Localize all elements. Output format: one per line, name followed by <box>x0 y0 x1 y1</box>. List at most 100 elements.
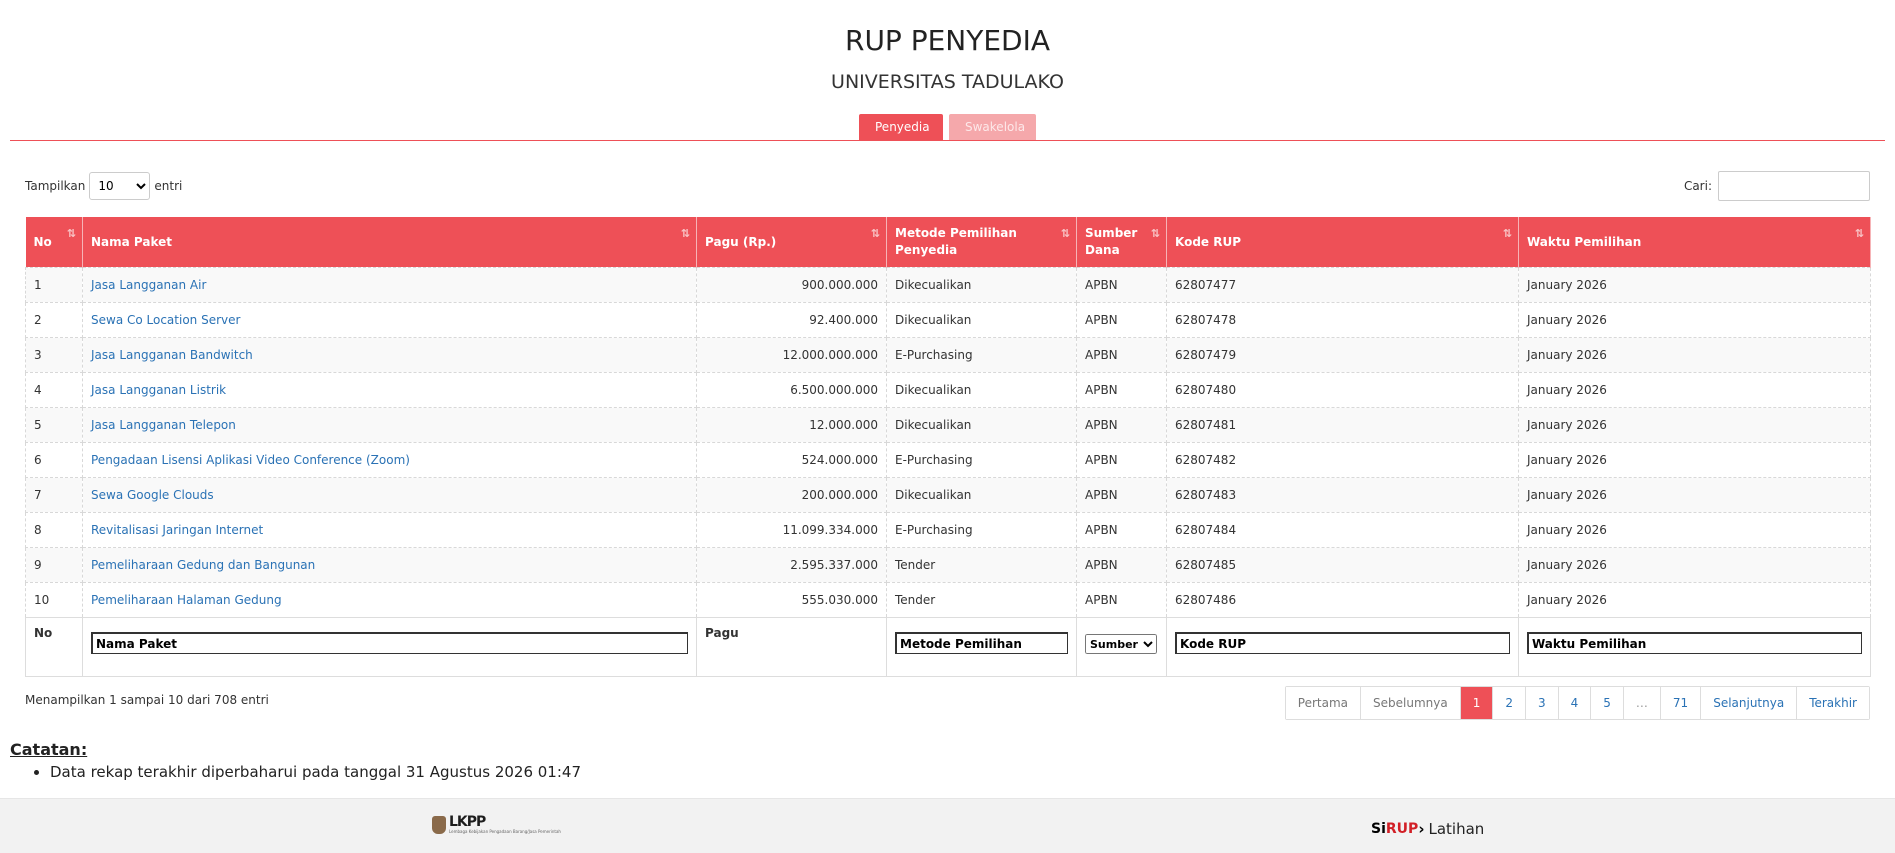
pagination-prev[interactable]: Sebelumnya <box>1360 687 1460 719</box>
cell-nama-paket: Jasa Langganan Bandwitch <box>82 337 697 373</box>
column-header-no[interactable]: No ⇅ <box>25 217 83 268</box>
tab-divider <box>10 140 1885 141</box>
pagination-page-1[interactable]: 1 <box>1459 687 1493 719</box>
package-link[interactable]: Jasa Langganan Bandwitch <box>91 348 253 362</box>
column-header-nama-paket[interactable]: Nama Paket ⇅ <box>82 217 697 268</box>
notes-list: Data rekap terakhir diperbaharui pada ta… <box>10 761 581 783</box>
sirup-logo-si: Si <box>1371 821 1386 837</box>
cell-no: 4 <box>25 372 83 408</box>
filter-nama-paket-input[interactable] <box>91 632 688 654</box>
cell-waktu: January 2026 <box>1518 302 1871 338</box>
pagination-page-3[interactable]: 3 <box>1525 687 1558 719</box>
tab-penyedia[interactable]: Penyedia <box>859 114 943 140</box>
sirup-logo-suffix: Latihan <box>1428 820 1485 838</box>
pagination-page-last[interactable]: 71 <box>1659 687 1701 719</box>
filter-sumber-select[interactable]: Sumber Dana <box>1085 634 1157 654</box>
cell-sumber: APBN <box>1076 407 1167 443</box>
notes-section: Catatan: Data rekap terakhir diperbaharu… <box>10 740 581 783</box>
table-row: 4 Jasa Langganan Listrik 6.500.000.000 D… <box>25 372 1871 408</box>
search-input[interactable] <box>1718 171 1870 201</box>
package-link[interactable]: Sewa Google Clouds <box>91 488 214 502</box>
column-header-metode[interactable]: Metode Pemilihan Penyedia ⇅ <box>886 217 1077 268</box>
package-link[interactable]: Pemeliharaan Halaman Gedung <box>91 593 282 607</box>
cell-no: 9 <box>25 547 83 583</box>
column-header-sumber-dana[interactable]: Sumber Dana ⇅ <box>1076 217 1167 268</box>
package-link[interactable]: Jasa Langganan Air <box>91 278 206 292</box>
filter-no-label: No <box>25 617 83 677</box>
cell-nama-paket: Pemeliharaan Halaman Gedung <box>82 582 697 618</box>
cell-sumber: APBN <box>1076 267 1167 303</box>
filter-pagu-label: Pagu <box>696 617 887 677</box>
table-row: 10 Pemeliharaan Halaman Gedung 555.030.0… <box>25 582 1871 618</box>
cell-pagu: 900.000.000 <box>696 267 887 303</box>
cell-metode: Dikecualikan <box>886 267 1077 303</box>
page-subtitle: UNIVERSITAS TADULAKO <box>831 71 1064 93</box>
page-title: RUP PENYEDIA <box>844 24 1051 57</box>
filter-waktu-input[interactable] <box>1527 632 1862 654</box>
cell-sumber: APBN <box>1076 512 1167 548</box>
sort-icon: ⇅ <box>1060 227 1070 240</box>
pagination-page-4[interactable]: 4 <box>1557 687 1591 719</box>
column-header-pagu[interactable]: Pagu (Rp.) ⇅ <box>696 217 887 268</box>
cell-metode: E-Purchasing <box>886 337 1077 373</box>
column-header-kode-rup[interactable]: Kode RUP ⇅ <box>1166 217 1519 268</box>
filter-waktu-cell <box>1518 617 1871 677</box>
sort-icon: ⇅ <box>1150 227 1160 240</box>
cell-waktu: January 2026 <box>1518 372 1871 408</box>
tab-swakelola[interactable]: Swakelola <box>949 114 1036 140</box>
cell-nama-paket: Jasa Langganan Telepon <box>82 407 697 443</box>
notes-item: Data rekap terakhir diperbaharui pada ta… <box>50 761 581 783</box>
package-link[interactable]: Revitalisasi Jaringan Internet <box>91 523 263 537</box>
table-row: 1 Jasa Langganan Air 900.000.000 Dikecua… <box>25 267 1871 303</box>
arrow-icon: › <box>1418 820 1425 838</box>
pagination-last[interactable]: Terakhir <box>1796 687 1869 719</box>
pagination-next[interactable]: Selanjutnya <box>1700 687 1797 719</box>
cell-waktu: January 2026 <box>1518 442 1871 478</box>
filter-metode-input[interactable] <box>895 632 1068 654</box>
sort-icon: ⇅ <box>680 227 690 240</box>
pagination-page-5[interactable]: 5 <box>1590 687 1623 719</box>
cell-no: 5 <box>25 407 83 443</box>
cell-kode: 62807481 <box>1166 407 1519 443</box>
cell-kode: 62807483 <box>1166 477 1519 513</box>
column-header-waktu[interactable]: Waktu Pemilihan ⇅ <box>1518 217 1871 268</box>
notes-title: Catatan: <box>10 740 88 759</box>
cell-pagu: 6.500.000.000 <box>696 372 887 408</box>
cell-no: 6 <box>25 442 83 478</box>
sort-icon: ⇅ <box>1502 227 1512 240</box>
cell-metode: Dikecualikan <box>886 372 1077 408</box>
cell-sumber: APBN <box>1076 582 1167 618</box>
table-header-row: No ⇅ Nama Paket ⇅ Pagu (Rp.) ⇅ Metode Pemil… <box>25 217 1871 268</box>
cell-sumber: APBN <box>1076 372 1167 408</box>
search-control: Cari: <box>1684 171 1870 201</box>
cell-sumber: APBN <box>1076 302 1167 338</box>
lkpp-logo: LKPP Lembaga Kebijakan Pengadaan Barang/… <box>432 815 561 834</box>
cell-kode: 62807477 <box>1166 267 1519 303</box>
cell-pagu: 555.030.000 <box>696 582 887 618</box>
cell-pagu: 12.000.000 <box>696 407 887 443</box>
tab-bar: Penyedia Swakelola <box>0 114 1895 140</box>
lkpp-logo-subtext: Lembaga Kebijakan Pengadaan Barang/Jasa … <box>449 829 561 834</box>
pagination-ellipsis: … <box>1622 687 1660 719</box>
package-link[interactable]: Jasa Langganan Listrik <box>91 383 226 397</box>
pagination-page-2[interactable]: 2 <box>1492 687 1525 719</box>
package-link[interactable]: Jasa Langganan Telepon <box>91 418 236 432</box>
package-link[interactable]: Sewa Co Location Server <box>91 313 240 327</box>
cell-nama-paket: Revitalisasi Jaringan Internet <box>82 512 697 548</box>
cell-nama-paket: Pengadaan Lisensi Aplikasi Video Confere… <box>82 442 697 478</box>
cell-waktu: January 2026 <box>1518 477 1871 513</box>
package-link[interactable]: Pengadaan Lisensi Aplikasi Video Confere… <box>91 453 410 467</box>
cell-pagu: 524.000.000 <box>696 442 887 478</box>
search-label: Cari: <box>1683 179 1712 193</box>
cell-sumber: APBN <box>1076 337 1167 373</box>
filter-kode-cell <box>1166 617 1519 677</box>
cell-waktu: January 2026 <box>1518 547 1871 583</box>
cell-pagu: 11.099.334.000 <box>696 512 887 548</box>
sort-icon: ⇅ <box>66 227 76 240</box>
filter-kode-input[interactable] <box>1175 632 1510 654</box>
cell-pagu: 92.400.000 <box>696 302 887 338</box>
page-length-select[interactable]: 10 <box>89 172 151 200</box>
filter-sumber-cell: Sumber Dana <box>1076 617 1167 677</box>
package-link[interactable]: Pemeliharaan Gedung dan Bangunan <box>91 558 315 572</box>
pagination-first[interactable]: Pertama <box>1285 687 1361 719</box>
